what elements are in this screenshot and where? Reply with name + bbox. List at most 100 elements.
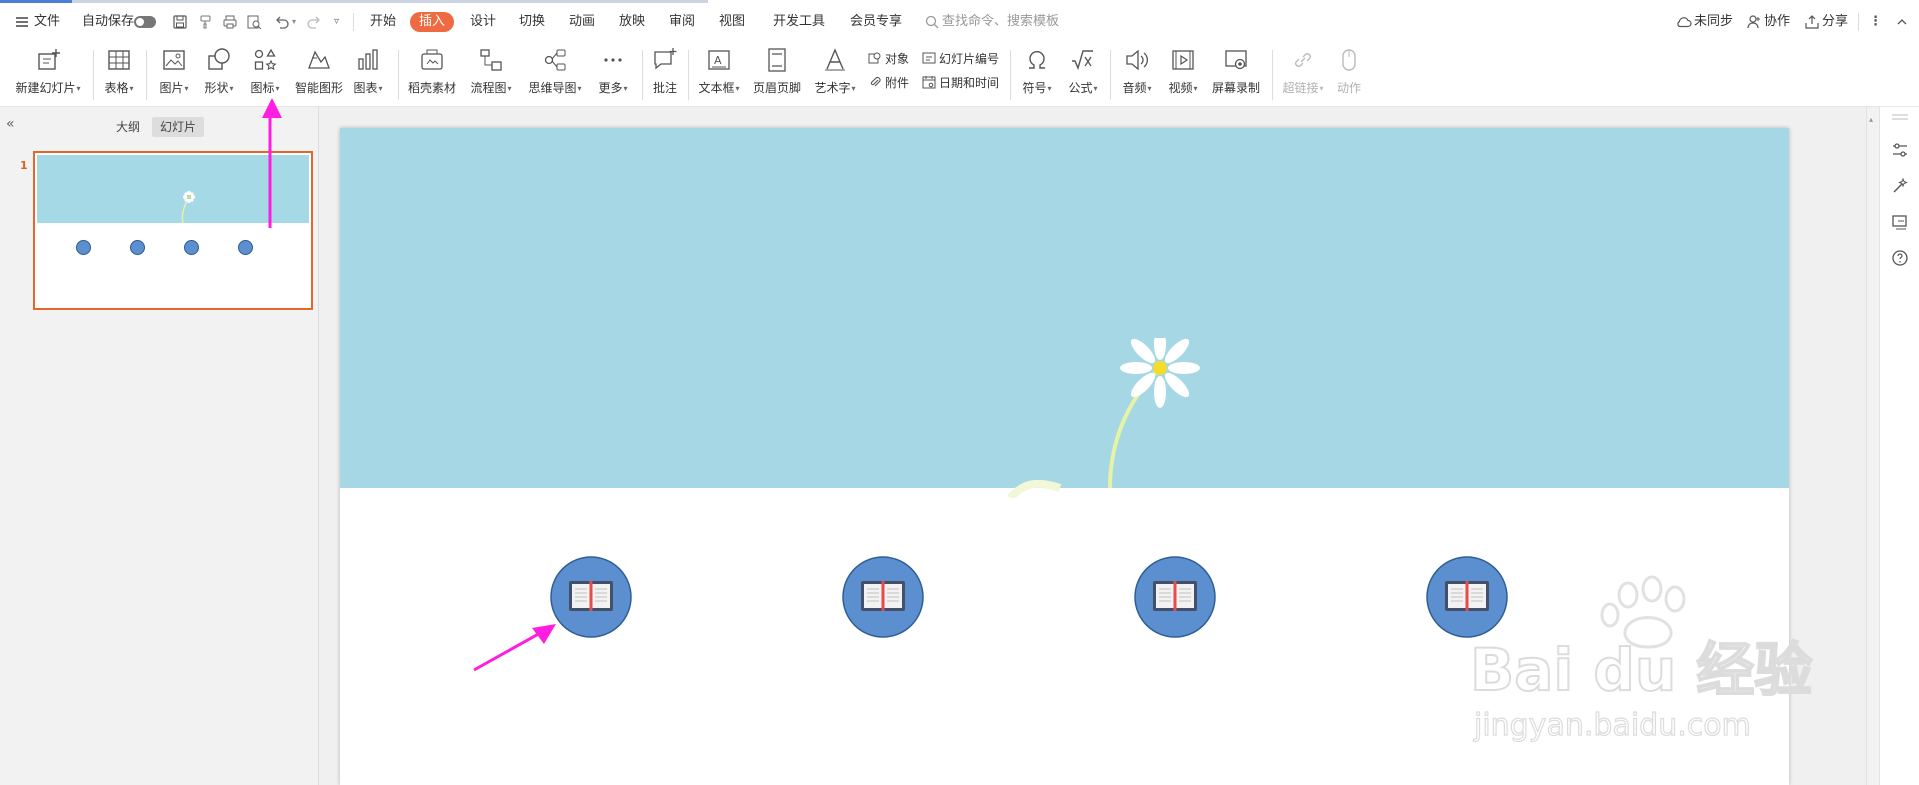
new-slide-label: 新建幻灯片 bbox=[15, 81, 76, 95]
hamburger-menu-icon[interactable] bbox=[14, 14, 30, 30]
more-button[interactable]: 更多▾ bbox=[594, 46, 632, 102]
tab-insert[interactable]: 插入 bbox=[410, 12, 455, 32]
undo-icon[interactable] bbox=[274, 14, 290, 30]
collab-button[interactable]: 协作 bbox=[1764, 12, 1790, 32]
scroll-up-icon[interactable]: ▴ bbox=[1869, 115, 1873, 124]
textbox-icon: A bbox=[705, 46, 733, 74]
undo-dropdown-icon[interactable]: ▾ bbox=[292, 12, 296, 32]
sidebar-drag-handle[interactable] bbox=[1891, 113, 1909, 121]
collapse-ribbon-icon[interactable] bbox=[1894, 14, 1910, 30]
book-icon[interactable] bbox=[1134, 556, 1216, 638]
tab-transitions[interactable]: 切换 bbox=[519, 12, 545, 32]
share-button[interactable]: 分享 bbox=[1822, 12, 1848, 32]
new-slide-button[interactable]: 新建幻灯片▾ bbox=[10, 46, 86, 102]
annotation-arrow-diagonal bbox=[473, 624, 556, 672]
mindmap-icon bbox=[541, 46, 569, 74]
help-icon[interactable] bbox=[1891, 249, 1909, 267]
divider bbox=[1110, 50, 1111, 100]
chart-button[interactable]: 图表▾ bbox=[350, 46, 386, 102]
formula-label: 公式 bbox=[1068, 81, 1093, 95]
vertical-scrollbar[interactable]: ▴ bbox=[1866, 107, 1879, 785]
tab-membership[interactable]: 会员专享 bbox=[850, 12, 902, 32]
symbol-button[interactable]: 符号▾ bbox=[1018, 46, 1056, 102]
smart-art-button[interactable]: 智能图形 bbox=[292, 46, 346, 102]
screen-record-button[interactable]: 屏幕录制 bbox=[1210, 46, 1262, 102]
hyperlink-button: 超链接▾ bbox=[1280, 46, 1326, 102]
autosave-toggle[interactable] bbox=[134, 16, 156, 28]
video-label: 视频 bbox=[1168, 81, 1193, 95]
wordart-button[interactable]: 艺术字▾ bbox=[812, 46, 858, 102]
tab-developer[interactable]: 开发工具 bbox=[773, 12, 825, 32]
attachment-button[interactable]: 附件 bbox=[868, 74, 909, 92]
docer-material-button[interactable]: 稻壳素材 bbox=[406, 46, 458, 102]
picture-icon bbox=[160, 46, 188, 74]
more-dots-icon bbox=[599, 46, 627, 74]
search-input[interactable]: 查找命令、搜索模板 bbox=[942, 12, 1059, 32]
share-icon[interactable] bbox=[1804, 14, 1820, 30]
tab-slides[interactable]: 幻灯片 bbox=[152, 117, 205, 137]
tab-animations[interactable]: 动画 bbox=[569, 12, 595, 32]
flowchart-button[interactable]: 流程图▾ bbox=[468, 46, 514, 102]
tab-slideshow[interactable]: 放映 bbox=[619, 12, 645, 32]
formula-button[interactable]: 公式▾ bbox=[1064, 46, 1102, 102]
docer-label: 稻壳素材 bbox=[407, 81, 456, 95]
object-button[interactable]: 对象 bbox=[868, 50, 909, 68]
more-options-icon[interactable]: ⋮ bbox=[1869, 12, 1882, 32]
thumbnail-book-icon bbox=[130, 240, 145, 255]
collapse-panel-icon[interactable]: « bbox=[6, 116, 15, 132]
icons-grid-icon bbox=[251, 46, 279, 74]
paperclip-icon bbox=[870, 76, 881, 87]
audio-button[interactable]: 音频▾ bbox=[1118, 46, 1156, 102]
print-icon[interactable] bbox=[222, 14, 238, 30]
divider bbox=[146, 50, 147, 100]
picture-button[interactable]: 图片▾ bbox=[156, 46, 192, 102]
customize-toolbar-icon[interactable]: ▿ bbox=[334, 12, 339, 32]
smart-art-icon bbox=[305, 46, 333, 74]
collab-icon[interactable] bbox=[1746, 14, 1762, 30]
file-menu[interactable]: 文件 bbox=[34, 12, 60, 32]
print-preview-icon[interactable] bbox=[246, 14, 262, 30]
book-icon[interactable] bbox=[842, 556, 924, 638]
video-button[interactable]: 视频▾ bbox=[1164, 46, 1202, 102]
search-icon[interactable] bbox=[924, 14, 940, 30]
table-label: 表格 bbox=[104, 81, 129, 95]
textbox-button[interactable]: A 文本框▾ bbox=[696, 46, 742, 102]
baidu-watermark: Bai du 经验 jingyan.baidu.com bbox=[1470, 575, 1830, 745]
divider bbox=[353, 13, 354, 31]
slide-library-icon[interactable] bbox=[1891, 213, 1909, 231]
divider bbox=[642, 50, 643, 100]
divider bbox=[1010, 50, 1011, 100]
comment-button[interactable]: 批注 bbox=[650, 46, 680, 102]
omega-icon bbox=[1023, 46, 1051, 74]
icon-label: 图标 bbox=[250, 81, 275, 95]
slide-number-button[interactable]: 幻灯片编号 bbox=[922, 50, 999, 68]
table-button[interactable]: 表格▾ bbox=[102, 46, 136, 102]
tab-view[interactable]: 视图 bbox=[719, 12, 745, 32]
thumbnail-flower-icon bbox=[181, 191, 195, 224]
speaker-icon bbox=[1123, 46, 1151, 74]
tab-outline[interactable]: 大纲 bbox=[108, 117, 148, 137]
more-label: 更多 bbox=[598, 81, 623, 95]
cloud-sync-icon[interactable] bbox=[1676, 14, 1692, 30]
tab-review[interactable]: 审阅 bbox=[669, 12, 695, 32]
mindmap-button[interactable]: 思维导图▾ bbox=[526, 46, 584, 102]
icon-button[interactable]: 图标▾ bbox=[246, 46, 284, 102]
book-icon[interactable] bbox=[550, 556, 632, 638]
save-icon[interactable] bbox=[172, 14, 188, 30]
flowchart-icon bbox=[477, 46, 505, 74]
tab-home[interactable]: 开始 bbox=[370, 12, 396, 32]
sync-status[interactable]: 未同步 bbox=[1694, 12, 1733, 32]
table-icon bbox=[105, 46, 133, 74]
format-painter-icon[interactable] bbox=[198, 14, 214, 30]
tab-design[interactable]: 设计 bbox=[470, 12, 496, 32]
header-footer-button[interactable]: 页眉页脚 bbox=[752, 46, 802, 102]
shape-label: 形状 bbox=[204, 81, 229, 95]
magic-wand-icon[interactable] bbox=[1891, 177, 1909, 195]
datetime-button[interactable]: 日期和时间 bbox=[922, 74, 999, 92]
redo-icon bbox=[306, 14, 322, 30]
shape-button[interactable]: 形状▾ bbox=[200, 46, 238, 102]
flower-illustration[interactable] bbox=[1000, 338, 1240, 498]
mindmap-label: 思维导图 bbox=[528, 81, 577, 95]
properties-icon[interactable] bbox=[1891, 141, 1909, 159]
attachment-label: 附件 bbox=[885, 76, 910, 90]
